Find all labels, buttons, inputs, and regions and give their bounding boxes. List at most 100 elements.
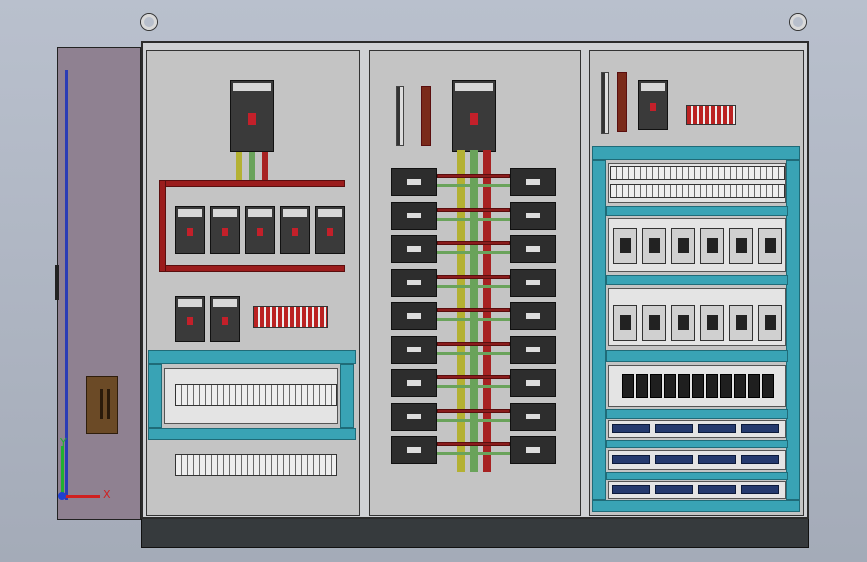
- io-module: [698, 485, 736, 494]
- din-rail-teal: [606, 440, 788, 448]
- din-rail-teal: [606, 206, 788, 216]
- branch-connector: [437, 408, 510, 413]
- lifting-eye-right: [790, 14, 806, 30]
- io-terminal-row: [610, 184, 785, 198]
- io-module: [698, 424, 736, 433]
- mcb-right: [510, 402, 556, 431]
- mcb-left: [391, 268, 437, 297]
- bus-drop: [249, 152, 255, 182]
- neutral-bar: [421, 86, 431, 146]
- plc-module: [678, 374, 690, 398]
- mcb-right: [510, 436, 556, 464]
- axis-origin: [58, 492, 66, 500]
- branch-connector: [437, 308, 510, 312]
- plc-module: [622, 374, 634, 398]
- ground-bar: [601, 72, 609, 134]
- cad-viewport[interactable]: Y X: [0, 0, 867, 562]
- main-breaker-1: [230, 80, 274, 152]
- relay-module: [729, 228, 753, 264]
- neutral-bar: [617, 72, 627, 132]
- relay-module: [642, 305, 666, 341]
- din-rail-teal: [606, 350, 788, 362]
- bus-drop: [262, 152, 268, 182]
- terminal-strip: [686, 105, 736, 125]
- mcb-left: [391, 235, 437, 263]
- plc-module: [706, 374, 718, 398]
- door-latch: [55, 265, 59, 300]
- io-module: [741, 485, 779, 494]
- branch-connector: [437, 274, 510, 279]
- side-door: [57, 47, 141, 520]
- axis-y-arrow: [61, 446, 64, 496]
- branch-connector: [437, 241, 510, 245]
- relay-module: [700, 305, 724, 341]
- mcb-left: [391, 168, 437, 196]
- branch-connector: [437, 385, 510, 388]
- cabinet-base: [141, 518, 809, 548]
- mcb-left: [391, 402, 437, 431]
- io-module: [698, 455, 736, 464]
- plc-module: [720, 374, 732, 398]
- plc-module: [748, 374, 760, 398]
- terminal-block-row: [175, 454, 337, 476]
- io-module: [741, 424, 779, 433]
- mcb-left: [391, 369, 437, 397]
- io-terminal-row: [610, 166, 785, 180]
- terminal-strip: [253, 306, 328, 328]
- feeder-breaker: [175, 296, 205, 342]
- feeder-breaker: [175, 206, 205, 254]
- mcb-left: [391, 302, 437, 330]
- io-module: [612, 424, 650, 433]
- branch-connector: [437, 251, 510, 254]
- branch-connector: [437, 375, 510, 379]
- feeder-breaker: [315, 206, 345, 254]
- axis-y-label: Y: [60, 436, 67, 449]
- din-rail-teal: [592, 160, 606, 500]
- branch-connector: [437, 318, 510, 321]
- relay-module: [613, 228, 637, 264]
- mcb-right: [510, 369, 556, 397]
- plc-module: [636, 374, 648, 398]
- relay-module: [671, 305, 695, 341]
- plc-module: [664, 374, 676, 398]
- axis-x-label: X: [103, 488, 111, 501]
- plc-module: [692, 374, 704, 398]
- feeder-breaker: [210, 296, 240, 342]
- io-module: [612, 485, 650, 494]
- din-rail-teal: [148, 364, 162, 428]
- plc-module: [650, 374, 662, 398]
- din-rail-teal: [592, 146, 800, 160]
- mcb-right: [510, 268, 556, 297]
- mcb-right: [510, 235, 556, 263]
- io-module: [655, 485, 693, 494]
- relay-module: [642, 228, 666, 264]
- branch-connector: [437, 207, 510, 212]
- bus-drop: [236, 152, 242, 182]
- mcb-left: [391, 436, 437, 464]
- busbar-top: [159, 180, 345, 187]
- feeder-breaker: [210, 206, 240, 254]
- din-rail-teal: [592, 500, 800, 512]
- axis-x-arrow: [64, 495, 100, 498]
- mcb-left: [391, 335, 437, 364]
- mcb-right: [510, 168, 556, 196]
- mcb-right: [510, 335, 556, 364]
- branch-connector: [437, 452, 510, 455]
- din-rail-teal: [786, 160, 800, 500]
- mcb-right: [510, 302, 556, 330]
- branch-connector: [437, 174, 510, 178]
- plc-module: [734, 374, 746, 398]
- feeder-breaker: [280, 206, 310, 254]
- relay-module: [671, 228, 695, 264]
- din-rail-teal: [606, 275, 788, 285]
- branch-connector: [437, 442, 510, 446]
- din-rail-teal: [606, 472, 788, 480]
- busbar-bottom: [159, 265, 345, 272]
- din-rail-teal: [148, 350, 356, 364]
- io-module: [612, 455, 650, 464]
- relay-module: [758, 228, 782, 264]
- ground-bar: [396, 86, 404, 146]
- io-module: [655, 455, 693, 464]
- io-module: [655, 424, 693, 433]
- din-rail-teal: [148, 428, 356, 440]
